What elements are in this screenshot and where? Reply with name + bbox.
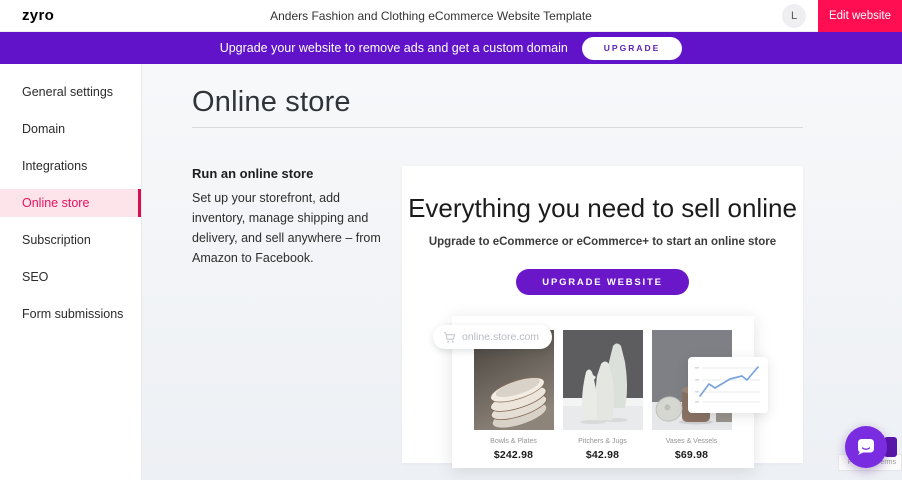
product-name: Bowls & Plates [474,438,554,445]
section-heading: Run an online store [192,166,402,181]
zyro-logo[interactable]: zyro [0,7,80,24]
title-divider [192,127,803,128]
pitchers-photo [563,330,643,430]
sidebar-item-subscription[interactable]: Subscription [0,226,141,254]
upgrade-website-button[interactable]: UPGRADE WEBSITE [516,269,688,295]
sidebar-item-seo[interactable]: SEO [0,263,141,291]
mini-line-chart-icon [688,357,768,413]
topbar: zyro Anders Fashion and Clothing eCommer… [0,0,902,32]
settings-sidebar: General settings Domain Integrations Onl… [0,64,142,480]
product-name: Pitchers & Jugs [563,438,643,445]
product-price: $42.98 [563,449,643,461]
main-content: Online store Run an online store Set up … [142,64,902,480]
topbar-right: L Edit website [782,0,902,32]
product-price: $69.98 [652,449,732,461]
sidebar-item-form-submissions[interactable]: Form submissions [0,300,141,328]
product-bowls: Bowls & Plates $242.98 [474,330,554,468]
edit-website-button[interactable]: Edit website [818,0,902,32]
banner-text: Upgrade your website to remove ads and g… [220,41,568,55]
content-columns: Run an online store Set up your storefro… [192,166,902,463]
sidebar-item-online-store[interactable]: Online store [0,189,141,217]
product-price: $242.98 [474,449,554,461]
product-pitchers: Pitchers & Jugs $42.98 [563,330,643,468]
avatar[interactable]: L [782,4,806,28]
store-url-pill: online.store.com [433,325,552,349]
upgrade-panel: Everything you need to sell online Upgra… [402,166,803,463]
banner-upgrade-button[interactable]: UPGRADE [582,37,683,60]
zyro-settings-screen: zyro Anders Fashion and Clothing eCommer… [0,0,902,480]
panel-subtitle: Upgrade to eCommerce or eCommerce+ to st… [402,236,803,248]
panel-title: Everything you need to sell online [402,193,803,224]
section-description: Run an online store Set up your storefro… [192,166,402,463]
sales-chart-card [688,357,768,413]
site-template-title: Anders Fashion and Clothing eCommerce We… [80,9,782,23]
sidebar-item-integrations[interactable]: Integrations [0,152,141,180]
sidebar-item-general-settings[interactable]: General settings [0,78,141,106]
store-url-text: online.store.com [462,331,539,343]
chat-bubble-icon [855,436,877,458]
upgrade-banner: Upgrade your website to remove ads and g… [0,32,902,64]
product-name: Vases & Vessels [652,438,732,445]
cart-icon [443,331,456,344]
sidebar-item-domain[interactable]: Domain [0,115,141,143]
chat-button[interactable] [845,426,887,468]
section-body: Set up your storefront, add inventory, m… [192,188,387,268]
page-title: Online store [192,84,902,120]
